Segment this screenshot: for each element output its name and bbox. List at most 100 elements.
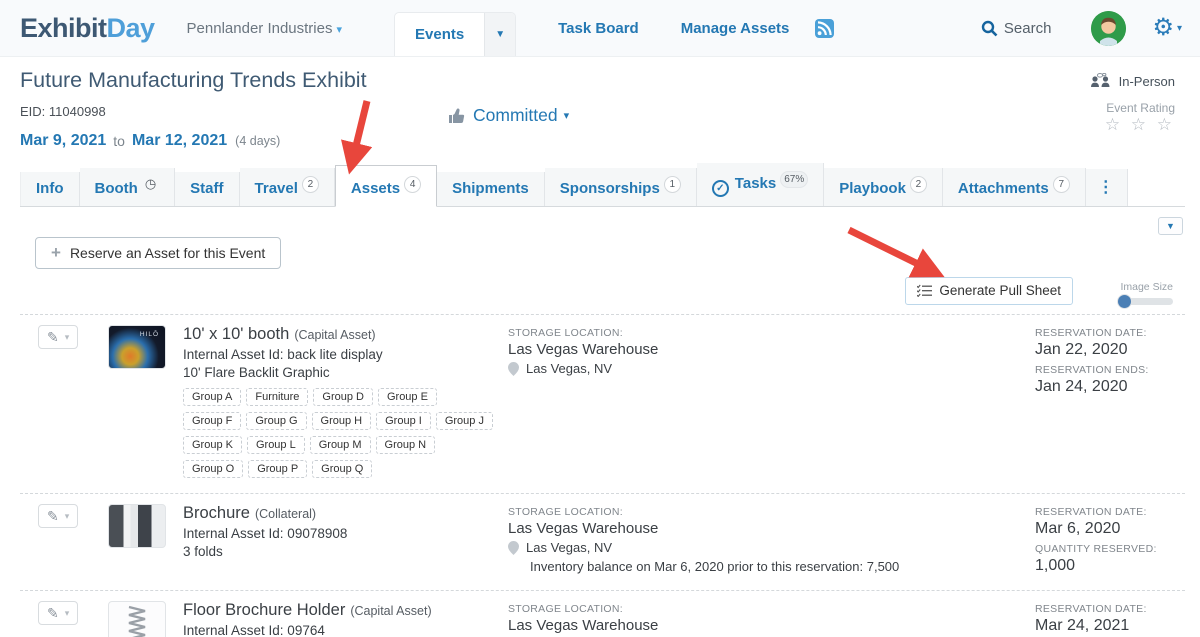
- rss-feed-icon[interactable]: [815, 19, 834, 38]
- asset-type: (Capital Asset): [294, 328, 375, 342]
- inventory-balance-note: Inventory balance on Mar 6, 2020 prior t…: [530, 559, 1035, 574]
- slider-thumb[interactable]: [1117, 294, 1132, 309]
- asset-internal-id: Internal Asset Id: 09764: [183, 623, 498, 637]
- asset-description: 10' Flare Backlit Graphic: [183, 365, 498, 380]
- collapse-panel-button[interactable]: ▼: [1158, 217, 1183, 235]
- workspace-selector[interactable]: Pennlander Industries▾: [187, 20, 342, 37]
- pencil-icon: ✎: [47, 330, 59, 344]
- generate-pull-sheet-button[interactable]: Generate Pull Sheet: [905, 277, 1073, 305]
- edit-asset-button[interactable]: ✎▾: [38, 601, 78, 625]
- pencil-icon: ✎: [47, 606, 59, 620]
- top-navigation-bar: ExhibitDay Pennlander Industries▾ Events…: [0, 0, 1200, 57]
- tag: Group O: [183, 460, 243, 478]
- quantity-reserved: 1,000: [1035, 557, 1185, 575]
- nav-manage-assets[interactable]: Manage Assets: [681, 20, 790, 37]
- asset-internal-id: Internal Asset Id: 09078908: [183, 526, 498, 541]
- event-rating: Event Rating ☆ ☆ ☆: [1105, 101, 1175, 135]
- search-button[interactable]: Search: [981, 20, 1052, 37]
- reserve-asset-button[interactable]: + Reserve an Asset for this Event: [35, 237, 281, 269]
- tab-sponsorships[interactable]: Sponsorships1: [545, 168, 697, 206]
- storage-warehouse: Las Vegas Warehouse: [508, 341, 1035, 358]
- edit-asset-button[interactable]: ✎▾: [38, 504, 78, 528]
- settings-chevron-icon[interactable]: ▾: [1177, 23, 1182, 34]
- clock-icon: ◷: [142, 176, 159, 193]
- tab-attachments[interactable]: Attachments7: [943, 168, 1086, 206]
- rating-stars[interactable]: ☆ ☆ ☆: [1105, 115, 1175, 135]
- tab-count-badge: 4: [404, 176, 421, 193]
- asset-title: Floor Brochure Holder: [183, 601, 345, 619]
- nav-task-board[interactable]: Task Board: [558, 20, 639, 37]
- tab-tasks[interactable]: ✓Tasks67%: [697, 163, 824, 206]
- asset-description: 3 folds: [183, 544, 498, 559]
- tag: Group M: [310, 436, 371, 454]
- storage-warehouse: Las Vegas Warehouse: [508, 520, 1035, 537]
- tab-count-badge: 2: [910, 176, 927, 193]
- asset-title: 10' x 10' booth: [183, 325, 289, 343]
- storage-city: Las Vegas, NV: [508, 361, 1035, 376]
- asset-thumbnail[interactable]: [108, 504, 166, 548]
- thumbs-up-icon: [448, 107, 465, 124]
- tag: Group F: [183, 412, 241, 430]
- storage-city: Las Vegas, NV: [508, 540, 1035, 555]
- tab-count-badge: 2: [302, 176, 319, 193]
- tab-booth[interactable]: Booth◷: [80, 168, 176, 206]
- reservation-date: Mar 6, 2020: [1035, 520, 1185, 538]
- tab-staff[interactable]: Staff: [175, 172, 239, 206]
- event-header: Future Manufacturing Trends Exhibit In-P…: [20, 57, 1185, 158]
- start-date[interactable]: Mar 9, 2021: [20, 132, 106, 150]
- tag: Group P: [248, 460, 307, 478]
- tag: Group A: [183, 388, 241, 406]
- tag: Group Q: [312, 460, 372, 478]
- reservation-date: Mar 24, 2021: [1035, 617, 1185, 635]
- tab-info[interactable]: Info: [20, 172, 80, 206]
- chevron-down-icon: ▾: [65, 511, 70, 522]
- events-dropdown-button[interactable]: ▼: [484, 13, 515, 56]
- tag: Group N: [376, 436, 436, 454]
- chevron-down-icon: ▾: [564, 109, 570, 122]
- asset-row: ✎▾ Floor Brochure Holder(Capital Asset) …: [20, 590, 1185, 637]
- tag: Group J: [436, 412, 493, 430]
- asset-thumbnail[interactable]: [108, 601, 166, 637]
- event-duration: (4 days): [235, 134, 280, 148]
- tab-assets[interactable]: Assets4: [335, 165, 437, 207]
- reservation-ends: Jan 24, 2020: [1035, 378, 1185, 396]
- event-format-badge[interactable]: In-Person: [1090, 73, 1175, 89]
- in-person-icon: [1090, 73, 1113, 89]
- tab-count-badge: 7: [1053, 176, 1070, 193]
- asset-row: ✎▾ HILŌ 10' x 10' booth(Capital Asset) I…: [20, 314, 1185, 493]
- asset-title: Brochure: [183, 504, 250, 522]
- list-icon: [917, 284, 932, 297]
- asset-type: (Capital Asset): [350, 604, 431, 618]
- assets-toolbar: Generate Pull Sheet Image Size: [20, 277, 1185, 305]
- tag: Group E: [378, 388, 437, 406]
- tag: Group G: [246, 412, 306, 430]
- end-date[interactable]: Mar 12, 2021: [132, 132, 227, 150]
- storage-warehouse: Las Vegas Warehouse: [508, 617, 1035, 634]
- tab-travel[interactable]: Travel2: [240, 168, 335, 206]
- asset-type: (Collateral): [255, 507, 316, 521]
- tag: Group L: [247, 436, 305, 454]
- tag: Group H: [312, 412, 372, 430]
- tag: Group D: [313, 388, 373, 406]
- chevron-down-icon: ▾: [65, 332, 70, 343]
- nav-events-label[interactable]: Events: [395, 13, 484, 56]
- asset-row: ✎▾ Brochure(Collateral) Internal Asset I…: [20, 493, 1185, 590]
- pencil-icon: ✎: [47, 509, 59, 523]
- asset-thumbnail[interactable]: HILŌ: [108, 325, 166, 369]
- user-avatar[interactable]: [1091, 11, 1126, 46]
- reservation-date: Jan 22, 2020: [1035, 341, 1185, 359]
- asset-internal-id: Internal Asset Id: back lite display: [183, 347, 498, 362]
- gear-icon[interactable]: ⚙: [1152, 16, 1174, 40]
- nav-tab-events[interactable]: Events ▼: [394, 12, 516, 56]
- edit-asset-button[interactable]: ✎▾: [38, 325, 78, 349]
- tab-overflow-menu[interactable]: ⋮: [1086, 169, 1128, 206]
- chevron-down-icon: ▾: [65, 608, 70, 619]
- event-id: EID: 11040998: [20, 104, 1185, 119]
- image-size-slider[interactable]: [1117, 298, 1173, 305]
- tab-playbook[interactable]: Playbook2: [824, 168, 943, 206]
- tab-shipments[interactable]: Shipments: [437, 172, 545, 206]
- event-status-dropdown[interactable]: Committed ▾: [448, 105, 569, 126]
- asset-list: ✎▾ HILŌ 10' x 10' booth(Capital Asset) I…: [20, 314, 1185, 637]
- search-icon: [981, 20, 998, 37]
- assets-panel: ▼ + Reserve an Asset for this Event Gene…: [20, 207, 1185, 637]
